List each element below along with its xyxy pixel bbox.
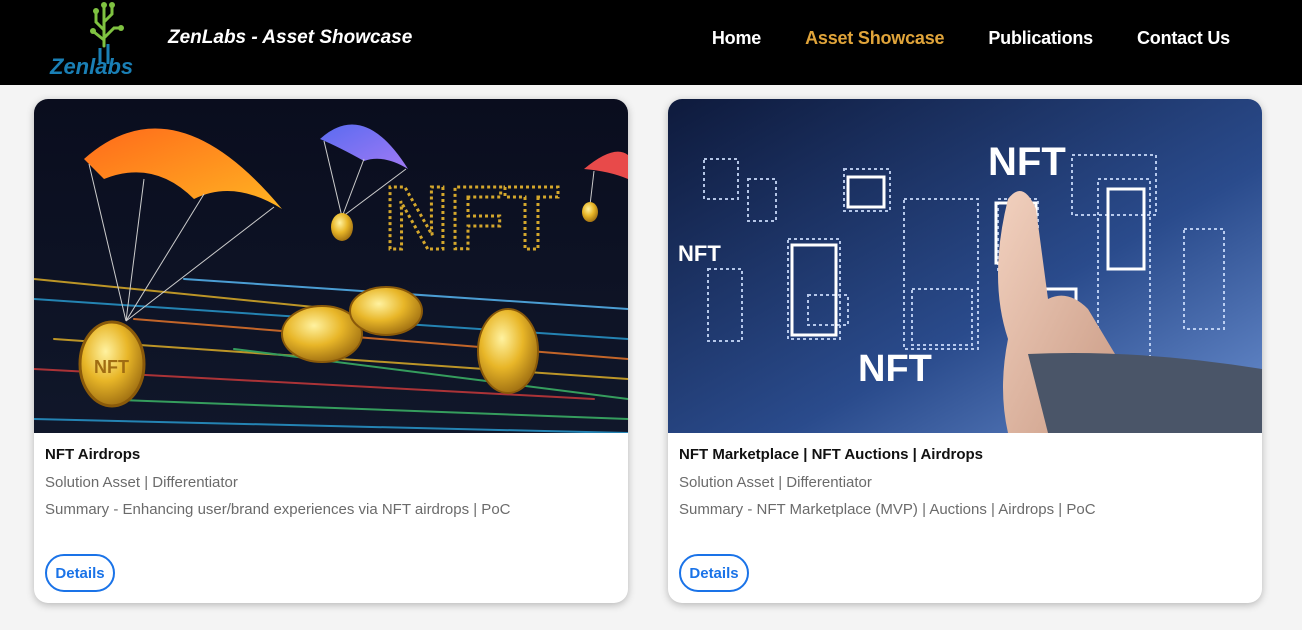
asset-card-nft-marketplace: NFT NFT NFT NFT Marketplace | NFT Auctio… xyxy=(668,99,1262,603)
card-body: NFT Marketplace | NFT Auctions | Airdrop… xyxy=(668,433,1262,519)
navbar: Zenlabs ZenLabs - Asset Showcase Home As… xyxy=(0,0,1302,85)
card-subtitle: Solution Asset | Differentiator xyxy=(45,474,238,491)
nav-menu: Home Asset Showcase Publications Contact… xyxy=(712,28,1230,49)
card-subtitle: Solution Asset | Differentiator xyxy=(679,474,872,491)
asset-card-nft-airdrops: NFT NFT NFT Airdrops Solution Asset | Di… xyxy=(34,99,628,603)
nft-marketplace-image: NFT NFT NFT xyxy=(668,99,1262,433)
site-title: ZenLabs - Asset Showcase xyxy=(168,27,413,48)
nav-asset-showcase[interactable]: Asset Showcase xyxy=(805,28,944,49)
logo-text: Zenlabs xyxy=(49,54,133,79)
card-title: NFT Marketplace | NFT Auctions | Airdrop… xyxy=(679,446,983,463)
image-nft-text-bottom: NFT xyxy=(858,348,932,390)
card-body: NFT Airdrops Solution Asset | Differenti… xyxy=(34,433,628,519)
image-nft-text-top: NFT xyxy=(988,140,1066,184)
details-button[interactable]: Details xyxy=(679,554,749,592)
zenlabs-logo[interactable]: Zenlabs xyxy=(48,0,144,80)
nav-publications[interactable]: Publications xyxy=(988,28,1093,49)
image-nft-text: NFT xyxy=(384,169,559,269)
nav-contact-us[interactable]: Contact Us xyxy=(1137,28,1230,49)
image-nft-text-left: NFT xyxy=(678,241,721,266)
nav-home[interactable]: Home xyxy=(712,28,761,49)
nft-airdrops-image: NFT NFT xyxy=(34,99,628,433)
coin-nft-text: NFT xyxy=(94,357,129,377)
details-button[interactable]: Details xyxy=(45,554,115,592)
card-summary: Summary - Enhancing user/brand experienc… xyxy=(45,501,511,518)
card-title: NFT Airdrops xyxy=(45,446,141,463)
card-summary: Summary - NFT Marketplace (MVP) | Auctio… xyxy=(679,501,1096,518)
